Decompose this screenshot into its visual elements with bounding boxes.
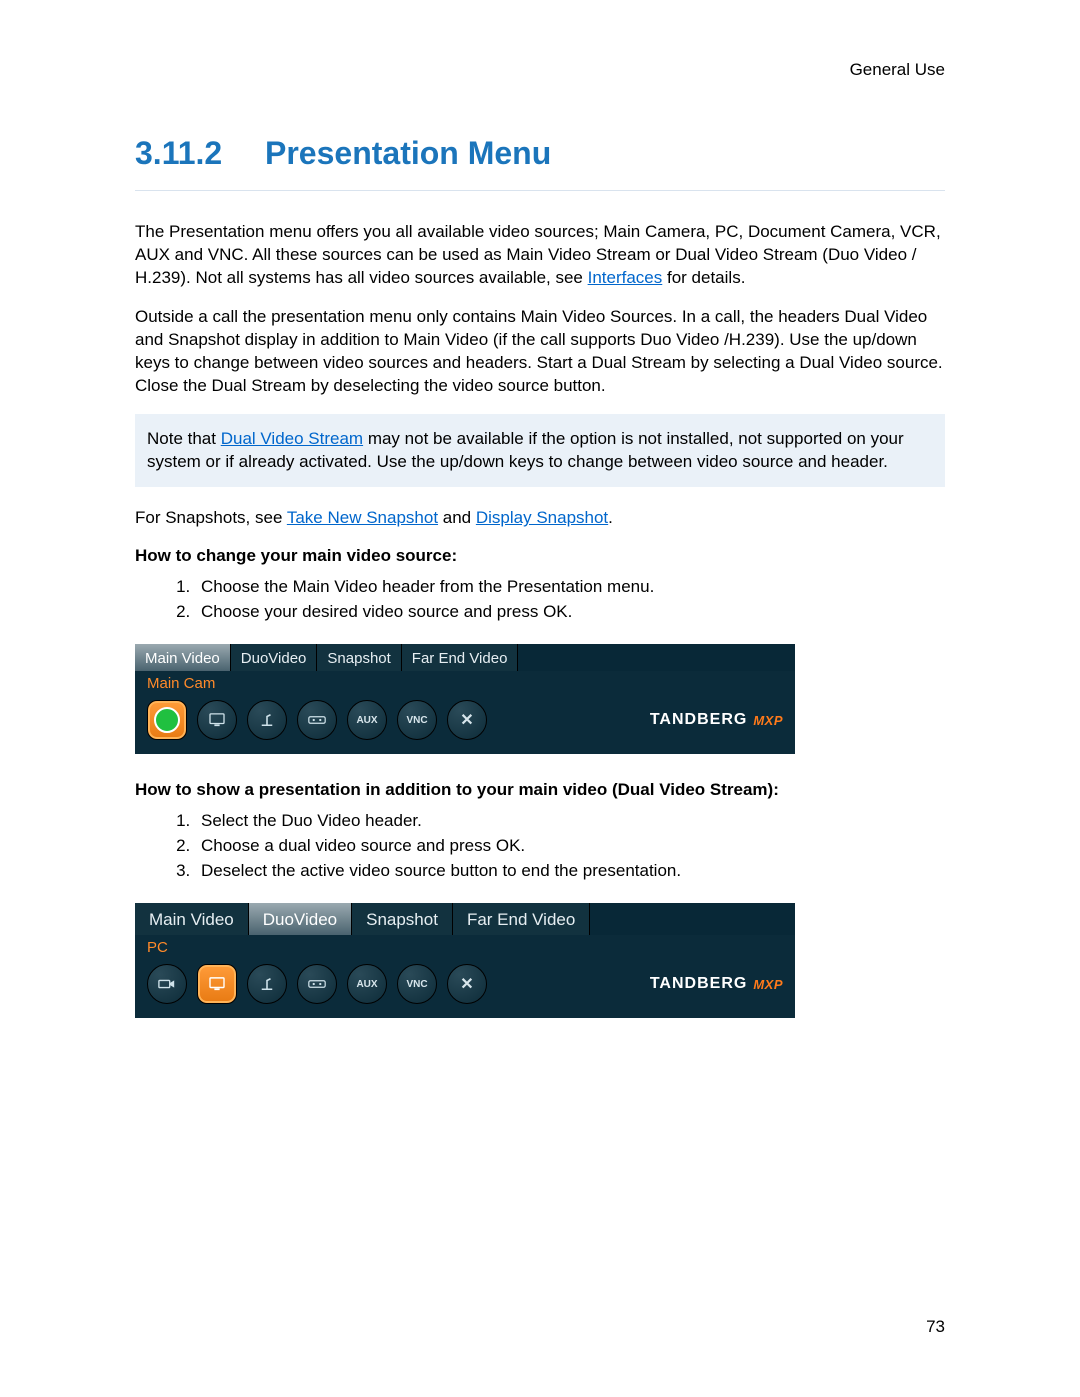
- doccam-icon: [258, 977, 276, 991]
- camera-icon: [158, 977, 176, 991]
- source-buttons: AUX VNC ✕ TANDBERG MXP: [135, 956, 795, 1018]
- doccam-icon: [258, 713, 276, 727]
- tab-bar: Main Video DuoVideo Snapshot Far End Vid…: [135, 644, 795, 671]
- subheading-dual-stream: How to show a presentation in addition t…: [135, 780, 945, 800]
- steps-change-source: Choose the Main Video header from the Pr…: [135, 576, 945, 624]
- tab-duo-video[interactable]: DuoVideo: [231, 644, 318, 671]
- header-section: General Use: [850, 60, 945, 80]
- source-vcr[interactable]: [297, 964, 337, 1004]
- source-close[interactable]: ✕: [447, 700, 487, 740]
- tab-main-video[interactable]: Main Video: [135, 644, 231, 671]
- tab-main-video[interactable]: Main Video: [135, 903, 249, 935]
- tab-bar: Main Video DuoVideo Snapshot Far End Vid…: [135, 903, 795, 935]
- step: Select the Duo Video header.: [195, 810, 945, 833]
- note-text: Note that Dual Video Stream may not be a…: [147, 428, 933, 474]
- selected-source-label: Main Cam: [135, 671, 795, 692]
- source-doc-camera[interactable]: [247, 700, 287, 740]
- vcr-icon: [308, 713, 326, 727]
- section-heading: 3.11.2 Presentation Menu: [135, 135, 945, 172]
- brand-label: TANDBERG MXP: [650, 711, 783, 729]
- link-take-snapshot[interactable]: Take New Snapshot: [287, 508, 438, 527]
- heading-rule: [135, 190, 945, 191]
- step: Choose your desired video source and pre…: [195, 601, 945, 624]
- paragraph-snapshots: For Snapshots, see Take New Snapshot and…: [135, 507, 945, 530]
- step: Deselect the active video source button …: [195, 860, 945, 883]
- paragraph-intro: The Presentation menu offers you all ava…: [135, 221, 945, 290]
- source-main-camera[interactable]: [147, 700, 187, 740]
- selected-source-label: PC: [135, 935, 795, 956]
- link-dual-video-stream[interactable]: Dual Video Stream: [221, 429, 363, 448]
- paragraph-usage: Outside a call the presentation menu onl…: [135, 306, 945, 398]
- presentation-menu-screenshot-duo: Main Video DuoVideo Snapshot Far End Vid…: [135, 903, 795, 1018]
- source-close[interactable]: ✕: [447, 964, 487, 1004]
- vcr-icon: [308, 977, 326, 991]
- subheading-change-source: How to change your main video source:: [135, 546, 945, 566]
- source-vnc[interactable]: VNC: [397, 700, 437, 740]
- note-box: Note that Dual Video Stream may not be a…: [135, 414, 945, 488]
- monitor-icon: [208, 713, 226, 727]
- source-main-camera[interactable]: [147, 964, 187, 1004]
- source-aux[interactable]: AUX: [347, 964, 387, 1004]
- camera-icon: [154, 707, 180, 733]
- source-vnc[interactable]: VNC: [397, 964, 437, 1004]
- steps-dual-stream: Select the Duo Video header. Choose a du…: [135, 810, 945, 883]
- tab-far-end[interactable]: Far End Video: [402, 644, 519, 671]
- brand-label: TANDBERG MXP: [650, 975, 783, 993]
- presentation-menu-screenshot-main: Main Video DuoVideo Snapshot Far End Vid…: [135, 644, 795, 754]
- link-display-snapshot[interactable]: Display Snapshot: [476, 508, 608, 527]
- source-doc-camera[interactable]: [247, 964, 287, 1004]
- heading-title: Presentation Menu: [265, 135, 551, 172]
- link-interfaces[interactable]: Interfaces: [588, 268, 663, 287]
- document-page: General Use 3.11.2 Presentation Menu The…: [0, 0, 1080, 1397]
- source-aux[interactable]: AUX: [347, 700, 387, 740]
- source-pc[interactable]: [197, 964, 237, 1004]
- source-vcr[interactable]: [297, 700, 337, 740]
- tab-duo-video[interactable]: DuoVideo: [249, 903, 352, 935]
- tab-far-end[interactable]: Far End Video: [453, 903, 590, 935]
- source-buttons: AUX VNC ✕ TANDBERG MXP: [135, 692, 795, 754]
- step: Choose the Main Video header from the Pr…: [195, 576, 945, 599]
- page-number: 73: [926, 1317, 945, 1337]
- step: Choose a dual video source and press OK.: [195, 835, 945, 858]
- close-icon: ✕: [460, 710, 473, 730]
- tab-snapshot[interactable]: Snapshot: [317, 644, 401, 671]
- monitor-icon: [208, 977, 226, 991]
- close-icon: ✕: [460, 974, 473, 994]
- heading-number: 3.11.2: [135, 135, 235, 172]
- tab-snapshot[interactable]: Snapshot: [352, 903, 453, 935]
- source-pc[interactable]: [197, 700, 237, 740]
